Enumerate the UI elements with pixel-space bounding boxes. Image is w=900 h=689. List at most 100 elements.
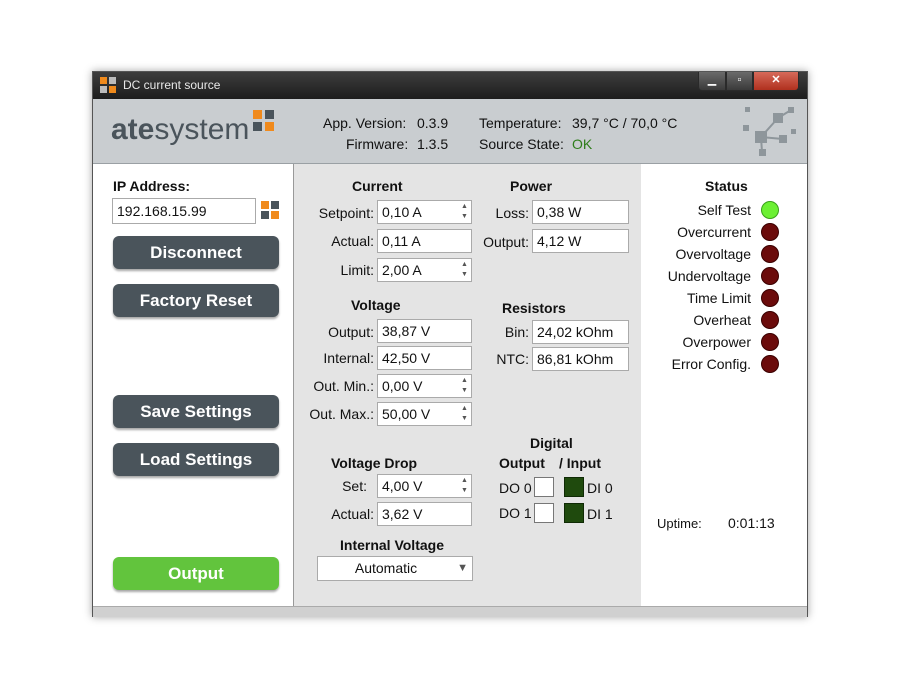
disconnect-button[interactable]: Disconnect [113,236,279,269]
power-heading: Power [510,178,553,194]
status-led-icon [761,201,779,219]
spinner-arrows-icon[interactable]: ▲ ▼ [460,376,469,396]
internal-voltage-selected: Automatic [354,560,418,576]
voltage-output-field: 38,87 V [377,319,472,343]
voltage-out-max-value: 50,00 V [382,406,431,422]
status-led-icon [761,289,779,307]
current-heading: Current [352,178,403,194]
status-led-icon [761,267,779,285]
status-label: Undervoltage [667,268,751,284]
voltage-internal-field: 42,50 V [377,346,472,370]
status-led-icon [761,333,779,351]
voltage-drop-set-input[interactable]: 4,00 V ▲ ▼ [377,474,472,498]
voltage-drop-heading: Voltage Drop [331,455,418,471]
brand-logo: atesystem [111,113,249,147]
network-graphic-icon [743,107,796,156]
minimize-button[interactable]: ▁ [698,72,726,91]
current-setpoint-input[interactable]: 0,10 A ▲ ▼ [377,200,472,224]
source-state-label: Source State: [479,136,564,152]
current-limit-value: 2,00 A [382,262,422,278]
do1-checkbox[interactable] [534,503,554,523]
uptime-label: Uptime: [657,516,702,531]
current-limit-label: Limit: [340,262,374,278]
close-button[interactable]: ✕ [753,72,799,91]
measurement-panel: Current Setpoint: 0,10 A ▲ ▼ Actual: 0,11… [293,164,642,606]
ip-address-label: IP Address: [113,178,191,194]
brand-logo-icon [253,110,274,131]
temperature-label: Temperature: [479,115,562,131]
digital-output-heading: Output [499,455,545,471]
spinner-arrows-icon[interactable]: ▲ ▼ [460,260,469,280]
di1-label: DI 1 [587,506,613,522]
voltage-out-min-value: 0,00 V [382,378,423,394]
status-heading: Status [705,178,748,194]
app-version-label: App. Version: [323,115,407,131]
firmware-label: Firmware: [346,136,409,152]
temperature-value: 39,7 °C / 70,0 °C [572,115,678,131]
di1-indicator [564,503,584,523]
power-loss-field: 0,38 W [532,200,629,224]
do0-label: DO 0 [499,480,532,496]
resistor-bin-field: 24,02 kOhm [532,320,629,344]
voltage-out-max-input[interactable]: 50,00 V ▲ ▼ [377,402,472,426]
firmware-value: 1.3.5 [417,136,449,152]
app-version-value: 0.3.9 [417,115,449,131]
save-settings-button[interactable]: Save Settings [113,395,279,428]
source-state-value: OK [572,136,593,152]
title-bar[interactable]: DC current source ▁ ▫ ✕ [93,72,807,99]
spinner-arrows-icon[interactable]: ▲ ▼ [460,404,469,424]
minimize-icon: ▁ [707,74,717,86]
current-actual-field: 0,11 A [377,229,472,253]
status-label: Overvoltage [675,246,751,262]
factory-reset-button[interactable]: Factory Reset [113,284,279,317]
resistor-ntc-field: 86,81 kOhm [532,347,629,371]
internal-voltage-select[interactable]: Automatic ▼ [317,556,473,581]
power-output-field: 4,12 W [532,229,629,253]
chevron-down-icon: ▼ [457,562,468,574]
resistor-bin-label: Bin: [504,324,529,340]
logo-text-ate: ate [111,113,155,146]
power-output-label: Output: [483,234,529,250]
current-actual-label: Actual: [331,233,374,249]
resistor-ntc-label: NTC: [496,351,529,367]
app-window: DC current source ▁ ▫ ✕ atesystem App. V… [92,71,808,617]
digital-input-heading: / Input [559,455,601,471]
status-label: Self Test [697,202,751,218]
voltage-out-max-label: Out. Max.: [309,406,374,422]
uptime-value: 0:01:13 [728,515,775,531]
output-button[interactable]: Output [113,557,279,590]
header-bar: atesystem App. Version: 0.3.9 Firmware: … [93,99,807,164]
connection-panel: IP Address: 192.168.15.99 Disconnect Fac… [93,164,293,606]
current-setpoint-value: 0,10 A [382,204,422,220]
app-icon [100,77,116,93]
do1-label: DO 1 [499,505,532,521]
network-scan-icon[interactable] [261,201,281,221]
status-led-icon [761,245,779,263]
do0-checkbox[interactable] [534,477,554,497]
ip-address-input[interactable]: 192.168.15.99 [112,198,256,224]
status-label: Overpower [682,334,751,350]
di0-indicator [564,477,584,497]
resistors-heading: Resistors [502,300,566,316]
maximize-button[interactable]: ▫ [726,72,753,91]
voltage-output-label: Output: [328,324,374,340]
current-limit-input[interactable]: 2,00 A ▲ ▼ [377,258,472,282]
voltage-out-min-label: Out. Min.: [313,378,374,394]
voltage-out-min-input[interactable]: 0,00 V ▲ ▼ [377,374,472,398]
internal-voltage-heading: Internal Voltage [340,537,444,553]
close-icon: ✕ [771,74,781,86]
voltage-drop-actual-label: Actual: [331,506,374,522]
status-label: Time Limit [686,290,751,306]
status-panel: Status Self Test Overcurrent Overvoltage Un… [641,164,807,606]
current-setpoint-label: Setpoint: [318,205,374,221]
load-settings-button[interactable]: Load Settings [113,443,279,476]
bottom-border [93,606,807,617]
status-led-icon [761,223,779,241]
status-led-icon [761,311,779,329]
window-title: DC current source [123,78,221,92]
maximize-icon: ▫ [737,74,742,86]
status-led-icon [761,355,779,373]
spinner-arrows-icon[interactable]: ▲ ▼ [460,476,469,496]
spinner-arrows-icon[interactable]: ▲ ▼ [460,202,469,222]
power-loss-label: Loss: [495,205,529,221]
